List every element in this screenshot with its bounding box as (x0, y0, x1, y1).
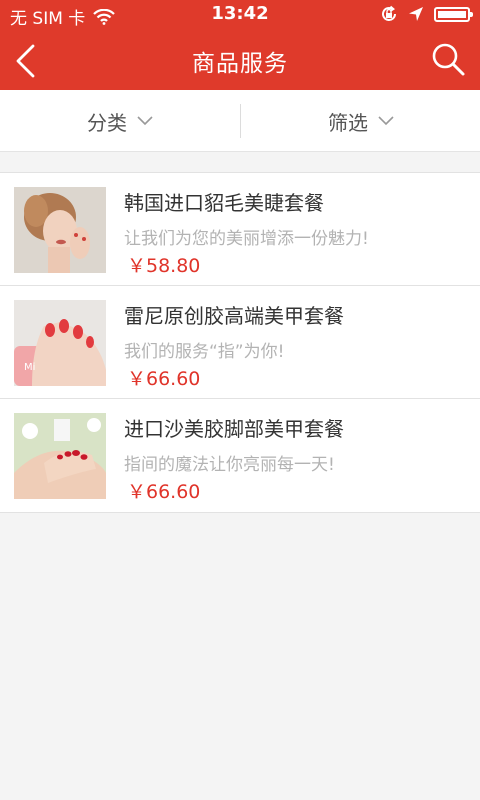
product-image-pedicure (14, 413, 106, 499)
chevron-down-icon (137, 116, 153, 126)
status-bar: 无 SIM 卡 13:42 (0, 0, 480, 30)
svg-text:Mi: Mi (24, 362, 35, 373)
category-filter-label: 分类 (87, 110, 127, 135)
product-item-manicure[interactable]: Mi 雷尼原创胶高端美甲套餐 我们的服务“指”为你! ￥66.60 (0, 286, 480, 399)
filter-bar: 分类 筛选 (0, 90, 480, 152)
product-list: 韩国进口貂毛美睫套餐 让我们为您的美丽增添一份魅力! ￥58.80 Mi 雷尼原… (0, 172, 480, 513)
product-title: 韩国进口貂毛美睫套餐 (124, 191, 324, 215)
product-title: 雷尼原创胶高端美甲套餐 (124, 304, 344, 328)
category-filter[interactable]: 分类 (0, 90, 240, 152)
battery-icon (434, 6, 473, 22)
search-button[interactable] (420, 30, 480, 90)
product-desc: 我们的服务“指”为你! (124, 342, 285, 362)
chevron-down-icon (378, 116, 394, 126)
nav-bar: 商品服务 (0, 30, 480, 90)
product-item-pedicure[interactable]: 进口沙美胶脚部美甲套餐 指间的魔法让你亮丽每一天! ￥66.60 (0, 399, 480, 512)
product-price: ￥66.60 (127, 368, 201, 390)
product-desc: 让我们为您的美丽增添一份魅力! (124, 229, 369, 249)
product-image-eyelash (14, 187, 106, 273)
product-item-eyelash[interactable]: 韩国进口貂毛美睫套餐 让我们为您的美丽增添一份魅力! ￥58.80 (0, 173, 480, 286)
search-icon (432, 43, 465, 76)
screen-filter[interactable]: 筛选 (241, 90, 480, 152)
rotation-lock-icon (382, 5, 396, 21)
product-image-manicure: Mi (14, 300, 106, 386)
page-title: 商品服务 (192, 51, 288, 77)
screen-filter-label: 筛选 (328, 110, 368, 135)
app-header: 无 SIM 卡 13:42 商品服务 (0, 0, 480, 90)
product-price: ￥66.60 (127, 481, 201, 503)
product-desc: 指间的魔法让你亮丽每一天! (124, 455, 335, 475)
product-title: 进口沙美胶脚部美甲套餐 (124, 417, 344, 441)
product-price: ￥58.80 (127, 255, 201, 277)
location-arrow-icon (409, 7, 423, 21)
status-right (380, 5, 473, 23)
